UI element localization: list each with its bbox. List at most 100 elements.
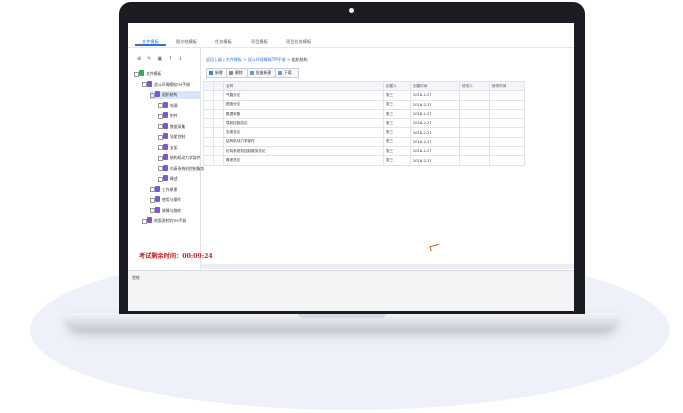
- tree-node[interactable]: 使用与操作: [150, 196, 200, 204]
- row-checkbox[interactable]: [213, 155, 224, 166]
- column-header[interactable]: 创建人: [383, 80, 411, 92]
- tree-node-label: 附件: [170, 113, 178, 118]
- table-cell: 2018-2-27: [410, 146, 460, 157]
- table-row[interactable]: 导航控制总论 张三 2018-2-27: [203, 118, 525, 129]
- column-header[interactable]: 名称: [223, 80, 384, 92]
- tree-node-label: 战斗环境模拟TM手册: [154, 81, 190, 87]
- column-header[interactable]: [213, 80, 224, 92]
- table-row[interactable]: 数据采集 张三 2018-2-27: [203, 108, 525, 120]
- tree-node-label: 地面发射机TM手册: [154, 218, 187, 223]
- table-cell: 2018-2-27: [410, 118, 460, 129]
- tree-node[interactable]: 电源: [158, 101, 200, 110]
- tree-node[interactable]: 数据采集: [158, 122, 200, 131]
- row-number-cell: [203, 118, 214, 129]
- folder-icon: [163, 112, 168, 118]
- table-cell: 2018-2-27: [410, 136, 460, 148]
- table-cell: 气路分论: [223, 90, 384, 101]
- exam-countdown: 考试剩余时间：00:09:24: [139, 253, 213, 260]
- tree-node-label: 结构机动力学部件: [170, 155, 201, 160]
- plus-icon: [209, 70, 213, 75]
- table-cell: [459, 146, 490, 157]
- row-checkbox[interactable]: [213, 108, 224, 120]
- row-number-cell: [203, 127, 214, 138]
- table-cell: [489, 90, 525, 101]
- row-number-cell: [203, 99, 214, 110]
- table-cell: [459, 90, 490, 101]
- table-cell: 数据采集: [223, 108, 384, 120]
- table-row[interactable]: 概述总论 张三 2018-2-27: [203, 155, 525, 166]
- table-cell: 概述总论: [223, 155, 384, 166]
- column-header[interactable]: [203, 80, 214, 92]
- table-cell: 张三: [383, 108, 411, 120]
- row-checkbox[interactable]: [213, 136, 224, 148]
- tree-node[interactable]: 概述: [158, 175, 200, 183]
- table-cell: 张三: [383, 127, 411, 138]
- row-checkbox[interactable]: [213, 99, 224, 110]
- tab-task-template[interactable]: 任务模板: [215, 39, 232, 45]
- tree-node[interactable]: 战斗环境模拟TM手册: [142, 80, 200, 89]
- tree-node[interactable]: 仿真系统机控制服务: [158, 164, 204, 173]
- column-header[interactable]: 创建时间: [410, 80, 460, 92]
- row-checkbox[interactable]: [213, 127, 224, 138]
- tree-node[interactable]: 附件: [158, 112, 200, 120]
- table-row[interactable]: 气路分论 张三 2018-2-27: [203, 90, 525, 101]
- table-row[interactable]: 支架总论 张三 2018-2-27: [203, 127, 525, 138]
- folder-icon: [163, 101, 168, 108]
- tree-node-label: 工作原理: [162, 186, 178, 192]
- tree-node[interactable]: 结构机动力学部件: [158, 154, 200, 162]
- folder-icon: [163, 122, 168, 129]
- folder-icon: [155, 196, 160, 202]
- tree-node-label: 组织结构: [162, 92, 178, 97]
- tree-node-label: 概述: [170, 176, 178, 181]
- column-header[interactable]: 修改人: [459, 80, 490, 92]
- tree-node[interactable]: 工作原理: [150, 185, 200, 194]
- tree-panel: ⊕ ✎ ▣ ↑ ↓ 文件模板战斗环境模拟TM手册 组织结构电源附件数据采集导航控制…: [128, 48, 204, 270]
- tree-node[interactable]: 支架: [158, 143, 200, 152]
- tab-project-task-template[interactable]: 项目任务模板: [286, 39, 311, 45]
- horizontal-scrollbar[interactable]: [201, 264, 574, 269]
- batch-icon: [250, 70, 254, 75]
- table-cell: 张三: [383, 99, 411, 110]
- breadcrumb-file-template[interactable]: 文件模板: [226, 57, 242, 62]
- tree-toolbar[interactable]: ⊕ ✎ ▣ ↑ ↓: [137, 56, 185, 62]
- trash-icon: [229, 70, 233, 75]
- table-cell: [489, 127, 525, 138]
- tree-node-label: 数据采集: [170, 123, 186, 129]
- row-checkbox[interactable]: [213, 146, 224, 157]
- table-cell: 张三: [383, 155, 411, 166]
- table-row[interactable]: 结构机动力学部件 张三 2018-2-27: [203, 136, 525, 148]
- tree-node[interactable]: 故障与维修: [150, 206, 200, 215]
- folder-icon: [139, 70, 144, 76]
- row-number-cell: [203, 108, 214, 120]
- row-checkbox[interactable]: [213, 90, 224, 101]
- row-number-cell: [203, 136, 214, 148]
- table-cell: 张三: [383, 90, 411, 101]
- tree-node-label: 使用与操作: [162, 197, 181, 202]
- template-table: 名称 创建人 创建时间 修改人 修改时间 气路分论 张三 2018-2-27 图液分论 张三 201…: [203, 80, 525, 166]
- table-cell: 张三: [383, 118, 411, 129]
- folder-icon: [163, 154, 168, 160]
- folder-icon: [147, 80, 152, 87]
- status-bar: 就绪: [128, 270, 574, 311]
- tree-node[interactable]: 组织结构: [150, 91, 200, 99]
- tree-node[interactable]: 地面发射机TM手册: [142, 217, 200, 225]
- column-header[interactable]: 修改时间: [489, 80, 525, 92]
- table-row[interactable]: 仿真系统机控制服务总论 张三 2018-2-27: [203, 146, 525, 157]
- breadcrumb-back[interactable]: 返回上级: [206, 57, 222, 62]
- breadcrumb: 返回上级 | 文件模板 > 战斗环境模拟TM手册 > 组织结构: [206, 57, 308, 62]
- row-checkbox[interactable]: [213, 118, 224, 129]
- table-cell: [459, 155, 490, 166]
- table-row[interactable]: 图液分论 张三 2018-2-27: [203, 99, 525, 110]
- top-tab-bar: 文件模板 图文档模板 任务模板 项目模板 项目任务模板: [128, 23, 574, 48]
- tree-node[interactable]: 导航控制: [158, 133, 200, 141]
- tab-project-template[interactable]: 项目模板: [251, 39, 268, 45]
- folder-icon: [163, 164, 168, 171]
- breadcrumb-current: 组织结构: [291, 57, 308, 62]
- breadcrumb-manual[interactable]: 战斗环境模拟TM手册: [248, 57, 286, 62]
- download-button[interactable]: 下载: [275, 68, 299, 78]
- tree-node-label: 支架: [170, 144, 178, 150]
- tree-node[interactable]: 文件模板: [134, 70, 200, 78]
- tab-document-template[interactable]: 图文档模板: [176, 39, 197, 45]
- tab-file-template[interactable]: 文件模板: [135, 39, 166, 46]
- table-cell: 张三: [383, 146, 411, 157]
